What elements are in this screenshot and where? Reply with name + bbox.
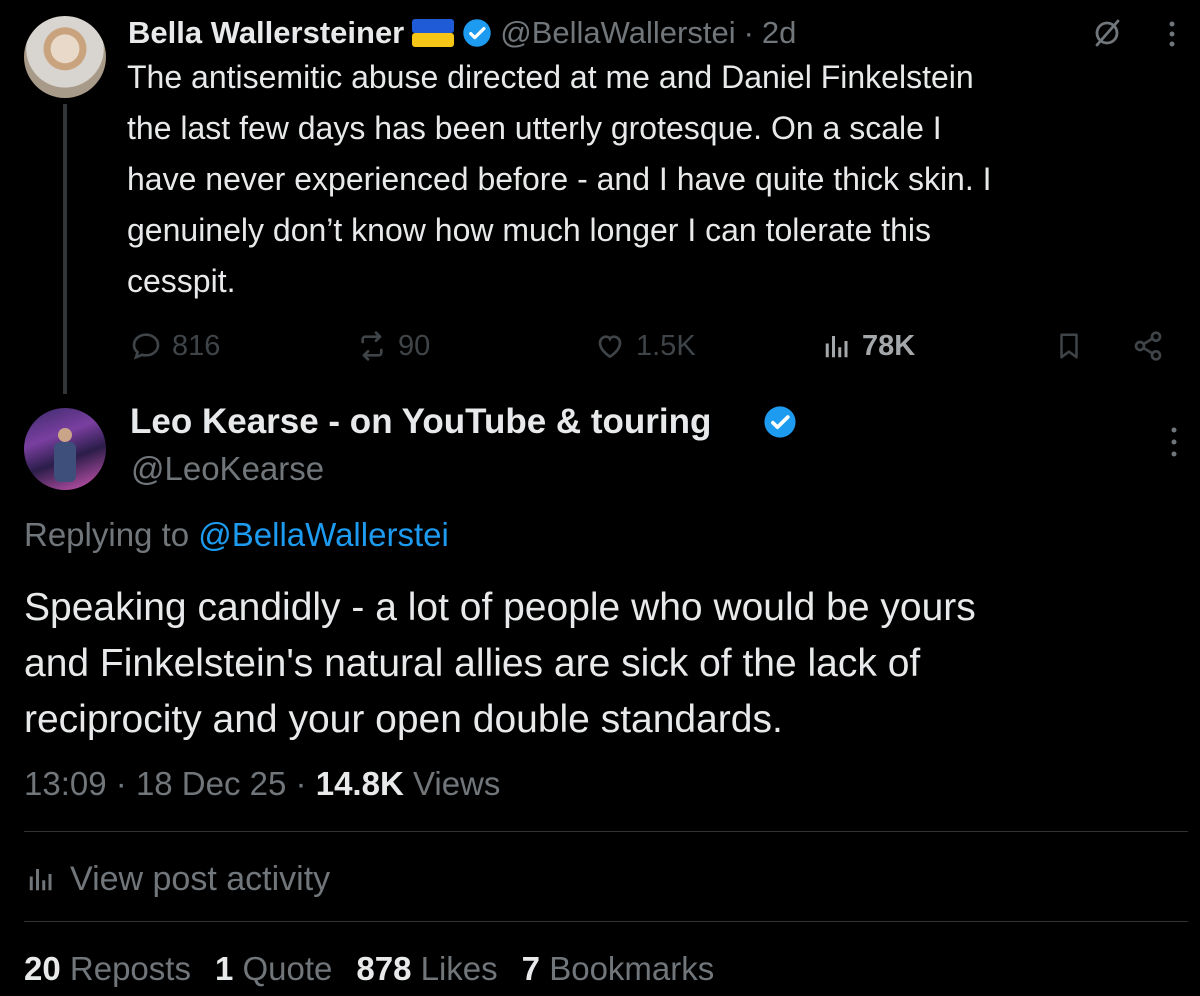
tweet-text-line: reciprocity and your open double standar…: [24, 698, 783, 741]
view-post-activity-label: View post activity: [70, 859, 331, 898]
reply-author-name[interactable]: Leo Kearse - on YouTube & touring: [130, 400, 711, 444]
tweet-text-line: the last few days has been utterly grote…: [127, 110, 942, 146]
stat-label: Quote: [242, 950, 333, 987]
stat-label: Reposts: [69, 950, 191, 987]
tweet-text-line: genuinely don’t know how much longer I c…: [127, 212, 932, 248]
bookmark-icon[interactable]: [1054, 330, 1084, 362]
more-options-icon[interactable]: [1164, 18, 1180, 50]
avatar-bella[interactable]: [24, 16, 106, 98]
stat-label: Likes: [420, 950, 498, 987]
quotes-stat[interactable]: 1 Quote: [215, 950, 332, 988]
view-post-activity-button[interactable]: View post activity: [24, 856, 330, 902]
avatar-leo[interactable]: [24, 408, 106, 490]
parent-header: Bella Wallersteiner @BellaWallerstei · 2…: [128, 12, 796, 54]
repost-button[interactable]: 90: [356, 326, 430, 366]
tweet-text-line: cesspit.: [127, 263, 236, 299]
share-icon[interactable]: [1132, 330, 1164, 362]
thread-line: [63, 104, 67, 394]
reply-tweet-text: Speaking candidly - a lot of people who …: [24, 580, 1184, 748]
analytics-icon: [822, 331, 852, 361]
reply-button[interactable]: 816: [130, 326, 220, 366]
post-date[interactable]: 18 Dec 25: [136, 765, 286, 802]
verified-badge-icon[interactable]: [462, 18, 492, 48]
verified-badge-icon[interactable]: [763, 405, 797, 439]
more-options-icon[interactable]: [1166, 424, 1182, 460]
views-button[interactable]: 78K: [822, 326, 915, 366]
tweet-text-line: have never experienced before - and I ha…: [127, 161, 992, 197]
replying-to-handle[interactable]: @BellaWallerstei: [198, 516, 449, 553]
replying-to: Replying to @BellaWallerstei: [24, 514, 449, 556]
tweet-text-line: and Finkelstein's natural allies are sic…: [24, 642, 921, 685]
replying-to-label: Replying to: [24, 516, 190, 553]
views-count: 14.8K: [315, 765, 404, 802]
author-name[interactable]: Bella Wallersteiner: [128, 15, 404, 51]
post-meta: 13:09 · 18 Dec 25 · 14.8K Views: [24, 762, 500, 806]
reply-count: 816: [172, 329, 221, 362]
reply-icon: [130, 330, 162, 362]
like-button[interactable]: 1.5K: [594, 326, 696, 366]
author-handle[interactable]: @BellaWallerstei: [500, 15, 735, 51]
heart-icon: [594, 330, 626, 362]
stat-count: 1: [214, 950, 234, 987]
likes-stat[interactable]: 878 Likes: [356, 950, 497, 988]
grok-icon[interactable]: [1092, 18, 1122, 48]
stat-label: Bookmarks: [549, 950, 715, 987]
engagement-stats: 20 Reposts 1 Quote 878 Likes 7 Bookmarks: [24, 946, 714, 992]
meta-separator: ·: [115, 765, 127, 802]
bookmarks-stat[interactable]: 7 Bookmarks: [522, 950, 715, 988]
ukraine-flag-icon: [412, 19, 455, 47]
tweet-text-line: Speaking candidly - a lot of people who …: [24, 586, 976, 629]
stat-count: 7: [521, 950, 541, 987]
analytics-icon: [24, 864, 58, 894]
stat-count: 878: [356, 950, 412, 987]
divider: [24, 921, 1188, 922]
post-time[interactable]: 13:09: [24, 765, 107, 802]
divider: [24, 831, 1188, 832]
views-count: 78K: [862, 329, 916, 362]
repost-icon: [356, 330, 388, 362]
reply-author-handle[interactable]: @LeoKearse: [131, 448, 324, 490]
meta-separator: ·: [295, 765, 307, 802]
like-count: 1.5K: [636, 329, 696, 362]
tweet-text-line: The antisemitic abuse directed at me and…: [127, 59, 974, 95]
repost-count: 90: [398, 329, 431, 362]
post-age[interactable]: 2d: [762, 15, 796, 51]
views-label: Views: [412, 765, 501, 802]
reposts-stat[interactable]: 20 Reposts: [24, 950, 191, 988]
header-separator: ·: [743, 15, 754, 50]
parent-tweet-text: The antisemitic abuse directed at me and…: [127, 52, 1187, 307]
stat-count: 20: [24, 950, 61, 987]
